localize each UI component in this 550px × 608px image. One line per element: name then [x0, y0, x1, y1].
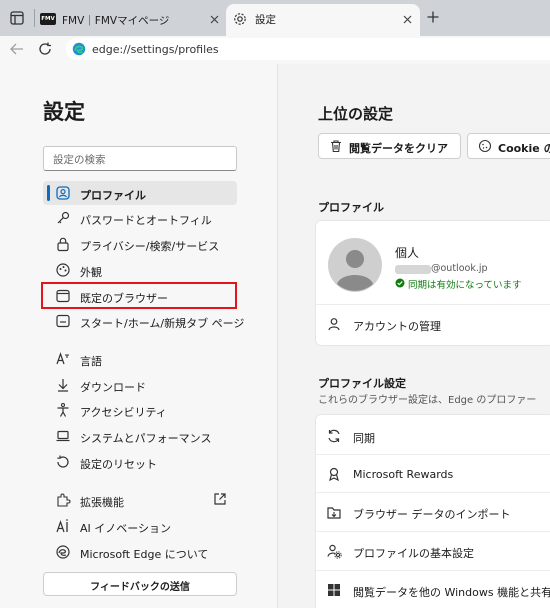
sidebar-item-label: AI イノベーション	[80, 522, 172, 535]
profile-settings-icon	[326, 543, 342, 559]
sidebar-item-language[interactable]	[43, 347, 237, 371]
sidebar-item-label: プライバシー/検索/サービス	[80, 240, 220, 253]
highlight-box	[41, 282, 237, 309]
tab-settings[interactable]: 設定	[226, 4, 420, 36]
page-title: 設定	[43, 100, 85, 124]
sidebar-item-label: ダウンロード	[80, 381, 146, 394]
sidebar-item-label: 拡張機能	[80, 496, 124, 509]
email-blur	[395, 265, 431, 274]
sidebar-item-appearance[interactable]	[43, 258, 237, 282]
button-label: 閲覧データをクリア	[349, 142, 448, 155]
key-icon	[55, 210, 71, 226]
trash-icon	[329, 139, 343, 153]
sync-status: 同期は有効になっています	[408, 280, 522, 291]
row-label: ブラウザー データのインポート	[353, 508, 511, 521]
close-icon[interactable]	[210, 15, 219, 24]
check-icon	[395, 278, 405, 288]
selection-indicator	[47, 185, 50, 201]
sync-row[interactable]	[316, 415, 550, 453]
newtab-icon	[55, 313, 71, 329]
close-icon[interactable]	[403, 15, 412, 24]
reset-icon	[55, 454, 71, 470]
profile-name: 個人	[395, 246, 420, 260]
sidebar-item-label: 設定のリセット	[80, 458, 157, 471]
row-label: 閲覧データを他の Windows 機能と共有	[353, 586, 550, 599]
language-icon	[55, 351, 71, 367]
extensions-icon	[55, 492, 71, 508]
sidebar-item-label: プロファイル	[80, 189, 146, 202]
fmv-favicon: FMV	[40, 13, 56, 25]
section-title: 上位の設定	[318, 105, 394, 123]
sidebar-item-label: Microsoft Edge について	[80, 548, 209, 561]
url-text: edge://settings/profiles	[92, 43, 219, 56]
sidebar-item-label: 言語	[80, 355, 102, 368]
tab-fmv[interactable]: FMV FMV｜FMVマイページ	[34, 4, 224, 36]
edge-icon	[72, 42, 86, 56]
row-label: 同期	[353, 432, 375, 445]
profile-email: @outlook.jp	[431, 263, 488, 274]
import-icon	[326, 505, 342, 521]
lock-icon	[55, 236, 71, 252]
windows-icon	[326, 582, 342, 598]
sidebar-item-label: スタート/ホーム/新規タブ ページ	[80, 317, 245, 330]
cookie-icon	[478, 139, 492, 153]
button-label: Cookie の	[498, 142, 550, 155]
sidebar-item-label: パスワードとオートフィル	[80, 214, 212, 227]
avatar	[328, 238, 382, 292]
profile-settings-title: プロファイル設定	[318, 377, 406, 390]
rewards-icon	[326, 466, 342, 482]
laptop-icon	[55, 428, 71, 444]
appearance-icon	[55, 262, 71, 278]
sidebar-item-label: システムとパフォーマンス	[80, 432, 212, 445]
person-icon	[326, 316, 342, 332]
manage-account-label: アカウントの管理	[353, 320, 441, 333]
row-label: Microsoft Rewards	[353, 468, 454, 481]
tab-title: 設定	[255, 14, 276, 26]
sidebar-item-label: 外観	[80, 266, 102, 279]
edge-icon	[55, 544, 71, 560]
sidebar-item-extensions[interactable]	[43, 488, 237, 512]
gear-icon	[233, 12, 247, 26]
new-tab-icon[interactable]	[427, 11, 439, 23]
refresh-icon[interactable]	[38, 42, 52, 56]
download-icon	[55, 377, 71, 393]
search-input[interactable]: 設定の検索	[43, 146, 237, 171]
sync-icon	[326, 428, 342, 444]
ai-icon	[55, 518, 71, 534]
profile-section-title: プロファイル	[318, 201, 384, 214]
row-label: プロファイルの基本設定	[353, 547, 474, 560]
profile-icon	[55, 185, 71, 201]
pane-divider	[277, 64, 278, 608]
back-icon[interactable]	[10, 43, 24, 55]
tab-actions-icon[interactable]	[10, 11, 24, 25]
accessibility-icon	[55, 402, 71, 418]
feedback-button[interactable]: フィードバックの送信	[43, 572, 237, 596]
tab-title: FMV｜FMVマイページ	[62, 15, 170, 27]
sidebar-item-label: アクセシビリティ	[80, 406, 167, 419]
external-link-icon	[213, 492, 227, 506]
profile-settings-desc: これらのブラウザー設定は、Edge のプロファー	[318, 395, 537, 406]
